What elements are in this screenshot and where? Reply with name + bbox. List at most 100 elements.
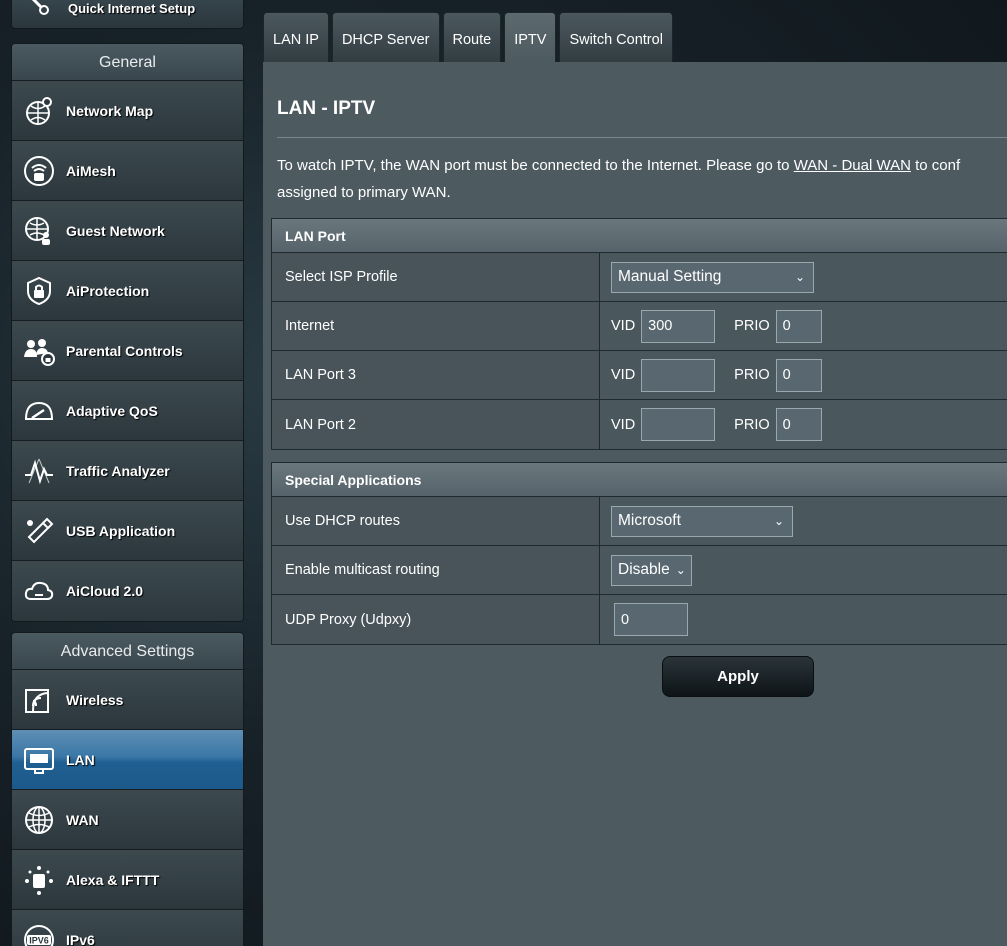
sidebar-item-aicloud[interactable]: AiCloud 2.0	[12, 561, 243, 621]
sidebar-item-alexa-ifttt[interactable]: Alexa & IFTTT	[12, 850, 243, 910]
quick-internet-setup-button[interactable]: Quick Internet Setup	[11, 0, 244, 29]
tab-iptv[interactable]: IPTV	[504, 12, 557, 63]
sidebar-item-label: Network Map	[66, 102, 154, 119]
sidebar-item-wireless[interactable]: Wireless	[12, 670, 243, 730]
sidebar-item-network-map[interactable]: Network Map	[12, 81, 243, 141]
tab-switch-control[interactable]: Switch Control	[559, 12, 673, 63]
sidebar-item-label: IPv6	[66, 932, 95, 946]
special-applications-table: Special Applications Use DHCP routes Mic…	[271, 462, 1007, 645]
sidebar-item-parental-controls[interactable]: Parental Controls	[12, 321, 243, 381]
tab-dhcp-server[interactable]: DHCP Server	[331, 12, 440, 63]
advanced-settings-header: Advanced Settings	[12, 633, 243, 670]
page-title: LAN - IPTV	[277, 98, 376, 119]
internet-row: Internet VID PRIO	[272, 302, 1007, 351]
chevron-down-icon: ⌄	[794, 270, 805, 284]
sidebar-item-ipv6[interactable]: IPV6 IPv6	[12, 910, 243, 946]
description-text-cont: to conf	[910, 157, 961, 174]
internet-prio-input[interactable]	[775, 309, 822, 343]
apply-button[interactable]: Apply	[662, 656, 814, 697]
sidebar-item-adaptive-qos[interactable]: Adaptive QoS	[12, 381, 243, 441]
lan-port-3-vid-input[interactable]	[641, 358, 716, 392]
page-description: To watch IPTV, the WAN port must be conn…	[277, 152, 1007, 206]
special-applications-header: Special Applications	[272, 463, 1007, 497]
description-text: To watch IPTV, the WAN port must be conn…	[277, 157, 794, 174]
sidebar-item-label: Alexa & IFTTT	[66, 871, 160, 888]
sidebar-item-aimesh[interactable]: AiMesh	[12, 141, 243, 201]
network-map-icon	[22, 94, 56, 128]
udp-proxy-input[interactable]	[614, 603, 688, 636]
udp-proxy-label: UDP Proxy (Udpxy)	[272, 595, 600, 644]
udp-proxy-row: UDP Proxy (Udpxy)	[272, 595, 1007, 644]
dhcp-routes-select[interactable]: Microsoft ⌄	[611, 505, 793, 537]
tab-lan-ip[interactable]: LAN IP	[263, 12, 329, 63]
alexa-icon	[22, 863, 56, 897]
aicloud-icon	[22, 574, 56, 608]
sidebar-item-label: AiMesh	[66, 162, 116, 179]
aiprotection-icon	[22, 274, 56, 308]
sidebar-item-label: LAN	[66, 751, 95, 768]
sidebar-item-label: Guest Network	[66, 222, 165, 239]
title-divider	[277, 137, 1007, 138]
multicast-routing-row: Enable multicast routing Disable ⌄	[272, 546, 1007, 595]
multicast-routing-label: Enable multicast routing	[272, 546, 600, 594]
internet-label: Internet	[272, 302, 600, 350]
lan-port-3-row: LAN Port 3 VID PRIO	[272, 351, 1007, 400]
advanced-settings-menu: Advanced Settings Wireless LAN WAN Alexa…	[11, 632, 244, 946]
traffic-analyzer-icon	[22, 454, 56, 488]
lan-port-table: LAN Port Select ISP Profile Manual Setti…	[271, 218, 1007, 450]
sidebar-item-label: Parental Controls	[66, 342, 183, 359]
general-header: General	[12, 44, 243, 81]
chevron-down-icon: ⌄	[675, 563, 686, 577]
vid-label: VID	[611, 318, 636, 334]
wan-dual-wan-link[interactable]: WAN - Dual WAN	[794, 157, 911, 174]
parental-controls-icon	[22, 334, 56, 368]
vid-label: VID	[611, 367, 636, 383]
sidebar-item-guest-network[interactable]: Guest Network	[12, 201, 243, 261]
prio-label: PRIO	[734, 318, 770, 334]
sidebar-item-label: WAN	[66, 811, 99, 828]
sidebar-item-label: Wireless	[66, 691, 124, 708]
internet-vid-input[interactable]	[641, 309, 716, 343]
lan-port-2-row: LAN Port 2 VID PRIO	[272, 400, 1007, 449]
sidebar-item-aiprotection[interactable]: AiProtection	[12, 261, 243, 321]
isp-profile-value: Manual Setting	[618, 268, 722, 285]
dhcp-routes-label: Use DHCP routes	[272, 497, 600, 545]
wan-icon	[22, 803, 56, 837]
chevron-down-icon: ⌄	[773, 514, 784, 528]
sidebar-item-label: AiCloud 2.0	[66, 583, 144, 599]
lan-port-3-prio-input[interactable]	[775, 358, 822, 392]
prio-label: PRIO	[734, 367, 770, 383]
isp-profile-label: Select ISP Profile	[272, 253, 600, 301]
adaptive-qos-icon	[22, 394, 56, 428]
lan-port-3-label: LAN Port 3	[272, 351, 600, 399]
sidebar-item-usb-application[interactable]: USB Application	[12, 501, 243, 561]
isp-profile-select[interactable]: Manual Setting ⌄	[611, 261, 814, 293]
dhcp-routes-value: Microsoft	[618, 512, 681, 529]
multicast-routing-select[interactable]: Disable ⌄	[611, 554, 692, 586]
sidebar-item-wan[interactable]: WAN	[12, 790, 243, 850]
tab-route[interactable]: Route	[442, 12, 502, 63]
aimesh-icon	[22, 154, 56, 188]
wireless-icon	[22, 683, 56, 717]
sidebar-item-label: Adaptive QoS	[66, 402, 158, 419]
isp-profile-row: Select ISP Profile Manual Setting ⌄	[272, 253, 1007, 302]
lan-port-2-prio-input[interactable]	[775, 408, 822, 441]
description-text-line2: assigned to primary WAN.	[277, 184, 451, 201]
quick-internet-setup-label: Quick Internet Setup	[68, 1, 196, 16]
lan-port-header: LAN Port	[272, 219, 1007, 253]
svg-text:IPV6: IPV6	[29, 936, 49, 946]
lan-icon	[22, 743, 56, 777]
lan-port-2-label: LAN Port 2	[272, 400, 600, 449]
sidebar-item-label: USB Application	[66, 522, 176, 539]
lan-port-2-vid-input[interactable]	[641, 408, 716, 441]
sidebar-item-label: AiProtection	[66, 282, 150, 299]
dhcp-routes-row: Use DHCP routes Microsoft ⌄	[272, 497, 1007, 546]
prio-label: PRIO	[734, 416, 770, 433]
sidebar-item-lan[interactable]: LAN	[12, 730, 243, 790]
ipv6-icon: IPV6	[22, 923, 56, 946]
lan-tabs: LAN IP DHCP Server Route IPTV Switch Con…	[263, 12, 673, 63]
multicast-routing-value: Disable	[618, 561, 670, 578]
general-menu: General Network Map AiMesh Guest Network…	[11, 43, 244, 622]
sidebar-item-traffic-analyzer[interactable]: Traffic Analyzer	[12, 441, 243, 501]
sidebar-item-label: Traffic Analyzer	[66, 462, 170, 479]
